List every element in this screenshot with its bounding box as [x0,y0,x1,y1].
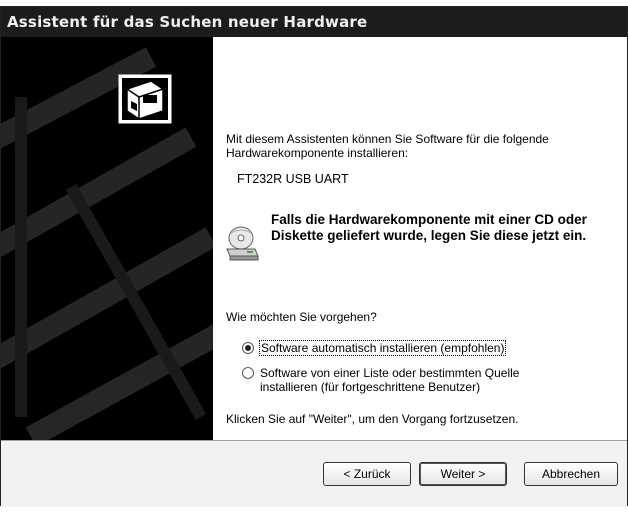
continue-hint: Klicken Sie auf "Weiter", um den Vorgang… [226,412,519,426]
intro-text: Mit diesem Assistenten können Sie Softwa… [226,132,549,160]
next-button[interactable]: Weiter > [419,462,507,486]
wizard-content: Mit diesem Assistenten können Sie Softwa… [213,37,627,440]
option-manual-install-label: Software von einer Liste oder bestimmten… [260,366,520,394]
hardware-wizard-icon [118,74,172,124]
wizard-window: Assistent für das Suchen neuer Hardware [0,6,628,507]
radio-manual-install[interactable] [242,367,254,379]
option-auto-install-label: Software automatisch installieren (empfo… [258,340,507,356]
wizard-side-panel [1,37,213,440]
cancel-button[interactable]: Abbrechen [524,462,618,486]
radio-auto-install[interactable] [242,342,254,354]
window-title: Assistent für das Suchen neuer Hardware [7,13,368,31]
title-bar[interactable]: Assistent für das Suchen neuer Hardware [1,7,627,37]
button-bar: < Zurück Weiter > Abbrechen [1,440,627,507]
question-text: Wie möchten Sie vorgehen? [226,310,377,324]
back-button[interactable]: < Zurück [323,462,411,486]
device-name: FT232R USB UART [237,172,349,186]
cd-notice: Falls die Hardwarekomponente mit einer C… [271,212,587,243]
cd-drive-icon [226,226,259,261]
option-auto-install[interactable]: Software automatisch installieren (empfo… [242,340,507,356]
option-manual-install[interactable]: Software von einer Liste oder bestimmten… [242,366,560,394]
